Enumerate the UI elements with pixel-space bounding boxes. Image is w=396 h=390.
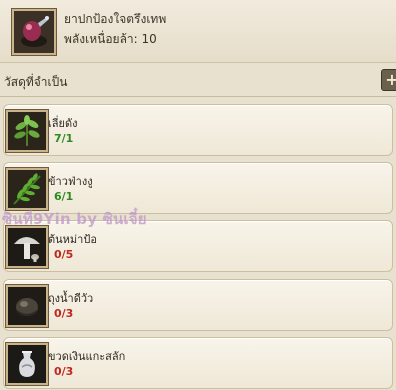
material-name: เลี่ยดัง	[48, 117, 78, 130]
material-quantity: 0/5	[54, 248, 74, 261]
material-name: ขวดเงินแกะสลัก	[48, 350, 126, 363]
fern-leaf-icon[interactable]	[6, 168, 48, 210]
material-name: ถุงน้ำดีวัว	[48, 292, 94, 305]
material-quantity: 6/1	[54, 190, 74, 203]
recipe-header: ยาปกป้องใจตรึงเทพ พลังเหนื่อยล้า: 10	[0, 0, 396, 63]
material-quantity: 7/1	[54, 132, 74, 145]
gallbladder-icon[interactable]	[6, 285, 48, 327]
material-name: ต้นหม่าป้อ	[48, 233, 97, 246]
material-quantity: 0/3	[54, 307, 74, 320]
expand-button[interactable]: +	[381, 69, 396, 91]
required-materials-label: วัสดุที่จำเป็น	[4, 75, 68, 89]
material-name: ข้าวฟ่างงู	[48, 175, 93, 188]
material-row[interactable]: ถุงน้ำดีวัว 0/3	[3, 279, 393, 331]
silver-vase-icon[interactable]	[6, 343, 48, 385]
herb-sprig-icon[interactable]	[6, 110, 48, 152]
fatigue-cost: พลังเหนื่อยล้า: 10	[64, 32, 157, 46]
material-quantity: 0/3	[54, 365, 74, 378]
mushroom-icon[interactable]	[6, 226, 48, 268]
material-row[interactable]: ขวดเงินแกะสลัก 0/3	[3, 337, 393, 389]
material-row[interactable]: เลี่ยดัง 7/1	[3, 104, 393, 156]
medicine-item-icon[interactable]	[12, 9, 56, 55]
recipe-title: ยาปกป้องใจตรึงเทพ	[64, 12, 167, 26]
section-divider	[0, 96, 396, 97]
watermark-text: ซินที่9Yin by ซินเจี๋ย	[2, 210, 147, 228]
